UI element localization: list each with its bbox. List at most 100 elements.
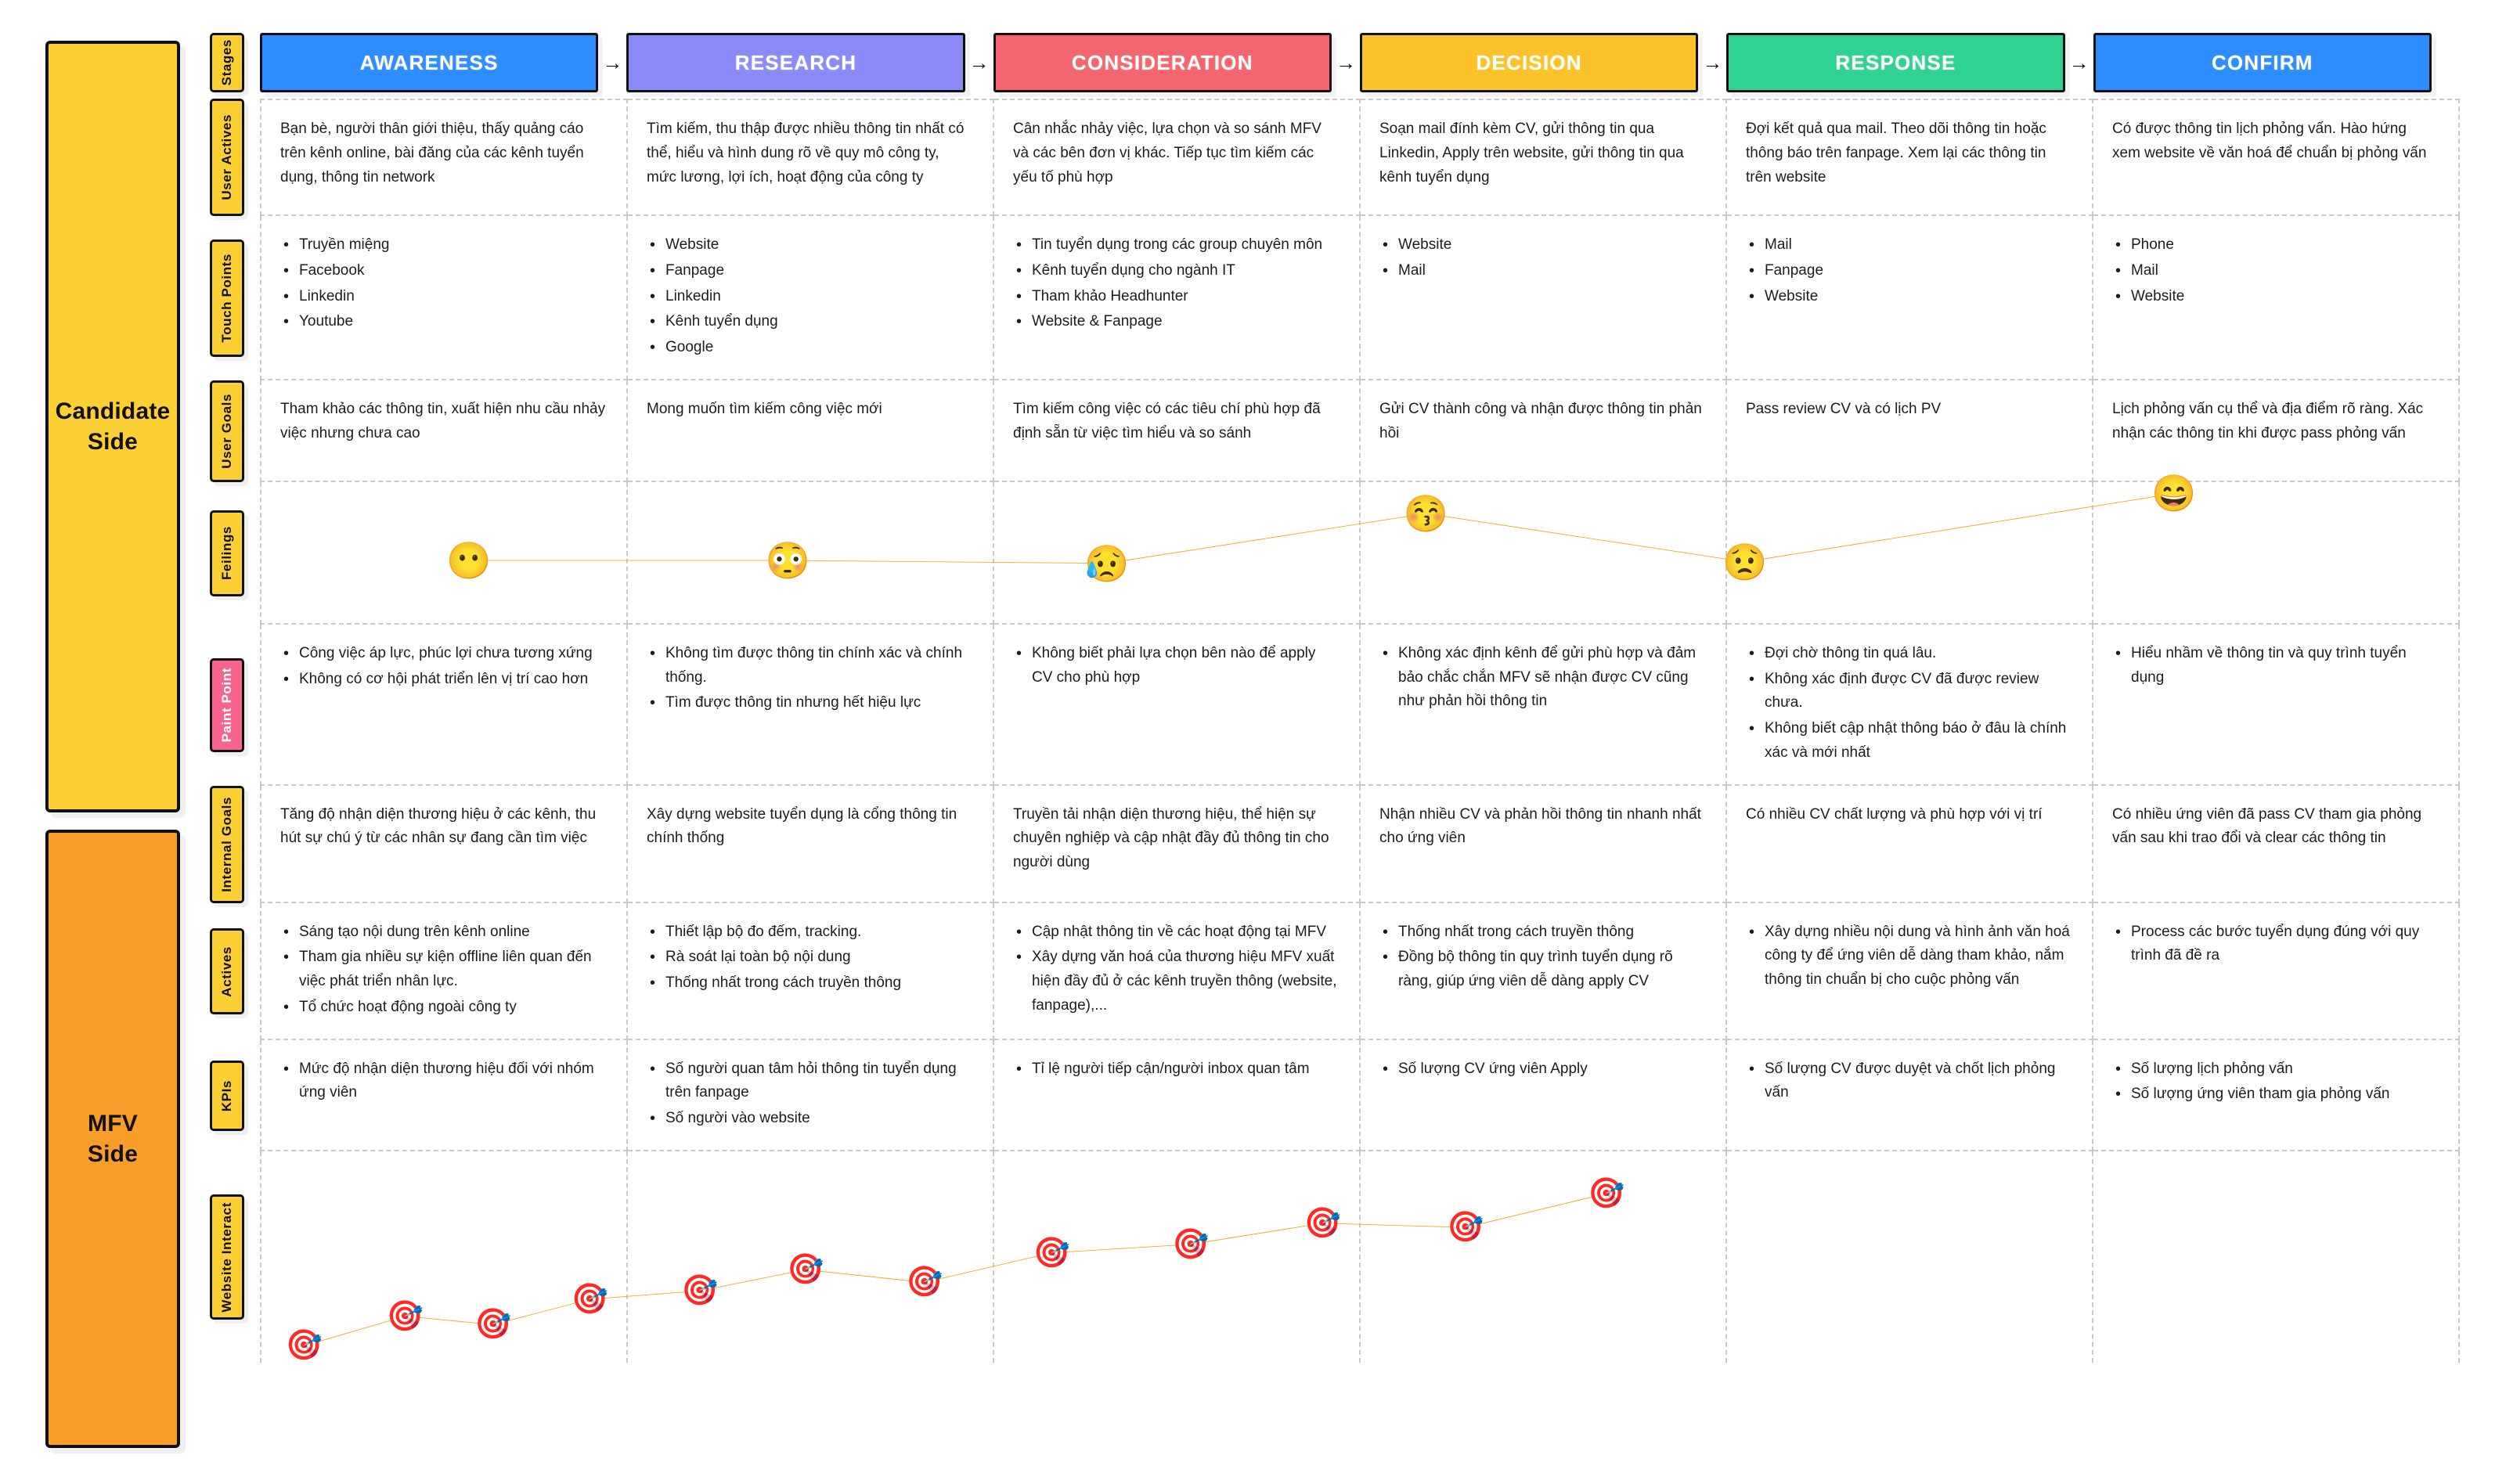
touch-points-cell-1: WebsiteFanpageLinkedinKênh tuyển dụngGoo… [628, 216, 994, 380]
row-chip-touch-points-text: Touch Points [219, 254, 234, 343]
list-item: Sáng tạo nội dung trên kênh online [280, 920, 606, 945]
user-actives-text-1: Tìm kiếm, thu thập được nhiều thông tin … [647, 121, 965, 186]
actives-list-0: Sáng tạo nội dung trên kênh onlineTham g… [280, 920, 606, 1020]
user-goals-text-5: Lịch phỏng vấn cụ thể và địa điểm rõ ràn… [2112, 400, 2424, 441]
stage-header-cells: AWARENESS → RESEARCH → CONSIDERATION → DECISIO… [260, 33, 2460, 92]
touch-points-list-4: MailFanpageWebsite [1746, 232, 2072, 309]
stage-cell-4: RESPONSE → [1726, 33, 2093, 92]
row-chip-feelings: Feilings [210, 510, 244, 596]
list-item: Tin tuyển dụng trong các group chuyên mô… [1013, 232, 1339, 258]
user-goals-cell-3: Gửi CV thành công và nhận được thông tin… [1361, 380, 1727, 482]
list-item: Đồng bộ thông tin quy trình tuyển dụng r… [1379, 945, 1705, 994]
pain-point-list-1: Không tìm được thông tin chính xác và ch… [647, 641, 972, 716]
list-item: Thống nhất trong cách truyền thông [1379, 920, 1705, 945]
stage-cell-1: RESEARCH → [626, 33, 993, 92]
user-actives-text-3: Soạn mail đính kèm CV, gửi thông tin qua… [1379, 121, 1684, 186]
dart-target-icon: 🎯 [905, 1266, 943, 1299]
row-stages: Stages AWARENESS → RESEARCH → CONSIDERATION →… [205, 33, 2460, 92]
kpis-cell-0: Mức độ nhận diện thương hiệu đối với nhó… [260, 1039, 628, 1152]
list-item: Hiểu nhầm về thông tin và quy trình tuyể… [2112, 641, 2438, 690]
cells-touch-points: Truyền miệngFacebookLinkedinYoutubeWebsi… [260, 216, 2460, 380]
row-label-kpis: KPIs [205, 1040, 249, 1151]
worried-face-icon: 😟 [1722, 541, 1768, 582]
stage-header-research[interactable]: RESEARCH [626, 33, 965, 92]
kpis-list-4: Số lượng CV được duyệt và chốt lịch phỏn… [1746, 1057, 2072, 1106]
user-actives-cell-3: Soạn mail đính kèm CV, gửi thông tin qua… [1361, 99, 1727, 216]
dart-target-icon: 🎯 [1303, 1206, 1341, 1240]
touch-points-cell-0: Truyền miệngFacebookLinkedinYoutube [260, 216, 628, 380]
list-item: Facebook [280, 258, 606, 283]
cells-kpis: Mức độ nhận diện thương hiệu đối với nhó… [260, 1039, 2460, 1152]
list-item: Mail [1379, 258, 1705, 283]
list-item: Không biết phải lựa chọn bên nào để appl… [1013, 641, 1339, 690]
list-item: Mail [2112, 258, 2438, 283]
actives-cell-4: Xây dựng nhiều nội dung và hình ảnh văn … [1727, 902, 2093, 1040]
actives-cell-2: Cập nhật thông tin về các hoạt động tại … [994, 902, 1361, 1040]
row-chip-website-interact-text: Website Interact [219, 1201, 234, 1313]
user-actives-cell-4: Đợi kết quả qua mail. Theo dõi thông tin… [1727, 99, 2093, 216]
stage-arrow-icon-3: → [1702, 51, 1723, 74]
stage-header-decision[interactable]: DECISION [1359, 33, 1699, 92]
row-chip-user-goals: User Goals [210, 380, 244, 482]
stage-arrow-icon-0: → [602, 51, 623, 74]
list-item: Không tìm được thông tin chính xác và ch… [647, 641, 972, 690]
list-item: Xây dựng nhiều nội dung và hình ảnh văn … [1746, 920, 2072, 992]
side-label-mfv-text: MFV Side [87, 1111, 139, 1167]
journey-grid: Stages AWARENESS → RESEARCH → CONSIDERATION →… [205, 33, 2460, 1363]
row-kpis: KPIs Mức độ nhận diện thương hiệu đối vớ… [205, 1039, 2460, 1152]
user-goals-cell-2: Tìm kiếm công việc có các tiêu chí phù h… [994, 380, 1361, 482]
internal-goals-text-4: Có nhiều CV chất lượng và phù hợp với vị… [1746, 805, 2043, 823]
pain-point-cell-3: Không xác định kênh để gửi phù hợp và đả… [1361, 624, 1727, 786]
list-item: Công việc áp lực, phúc lợi chưa tương xứ… [280, 641, 606, 666]
list-item: Số lượng lịch phỏng vấn [2112, 1057, 2438, 1082]
sad-but-relieved-face-icon: 😥 [1084, 542, 1130, 584]
touch-points-list-1: WebsiteFanpageLinkedinKênh tuyển dụngGoo… [647, 232, 972, 360]
row-pain-point: Paint Point Công việc áp lực, phúc lợi c… [205, 624, 2460, 786]
list-item: Tỉ lệ người tiếp cận/người inbox quan tâ… [1013, 1057, 1339, 1082]
internal-goals-cell-0: Tăng độ nhận diện thương hiệu ở các kênh… [260, 785, 628, 903]
list-item: Không biết cập nhật thông báo ở đâu là c… [1746, 716, 2072, 765]
side-label-candidate-text: Candidate Side [55, 398, 171, 455]
kpis-list-0: Mức độ nhận diện thương hiệu đối với nhó… [280, 1057, 606, 1106]
list-item: Tổ chức hoạt động ngoài công ty [280, 995, 606, 1020]
row-chip-user-actives: User Actives [210, 99, 244, 216]
kpis-cell-1: Số người quan tâm hỏi thông tin tuyển dụ… [628, 1039, 994, 1152]
pain-point-list-5: Hiểu nhầm về thông tin và quy trình tuyể… [2112, 641, 2438, 690]
kpis-cell-5: Số lượng lịch phỏng vấnSố lượng ứng viên… [2093, 1039, 2460, 1152]
stage-header-consideration[interactable]: CONSIDERATION [993, 33, 1332, 92]
row-chip-actives-text: Actives [219, 946, 234, 997]
stage-header-confirm[interactable]: CONFIRM [2093, 33, 2432, 92]
stage-cell-2: CONSIDERATION → [993, 33, 1360, 92]
kpis-cell-4: Số lượng CV được duyệt và chốt lịch phỏn… [1727, 1039, 2093, 1152]
list-item: Đợi chờ thông tin quá lâu. [1746, 641, 2072, 666]
kissing-face-icon: 😚 [1403, 492, 1448, 534]
pain-point-cell-0: Công việc áp lực, phúc lợi chưa tương xứ… [260, 624, 628, 786]
actives-cell-1: Thiết lập bộ đo đếm, tracking.Rà soát lạ… [628, 902, 994, 1040]
kpis-list-3: Số lượng CV ứng viên Apply [1379, 1057, 1705, 1082]
cells-pain-point: Công việc áp lực, phúc lợi chưa tương xứ… [260, 624, 2460, 786]
row-chip-actives: Actives [210, 928, 244, 1015]
actives-cell-5: Process các bước tuyển dụng đúng với quy… [2093, 902, 2460, 1040]
actives-list-1: Thiết lập bộ đo đếm, tracking.Rà soát lạ… [647, 920, 972, 996]
pain-point-list-3: Không xác định kênh để gửi phù hợp và đả… [1379, 641, 1705, 714]
list-item: Thiết lập bộ đo đếm, tracking. [647, 920, 972, 945]
list-item: Linkedin [280, 284, 606, 309]
pain-point-cell-2: Không biết phải lựa chọn bên nào để appl… [994, 624, 1361, 786]
row-chip-pain-point-text: Paint Point [219, 668, 234, 743]
user-actives-text-2: Cân nhắc nhảy việc, lựa chọn và so sánh … [1013, 121, 1322, 186]
dart-target-icon: 🎯 [1033, 1236, 1071, 1270]
stage-header-awareness[interactable]: AWARENESS [260, 33, 599, 92]
user-goals-text-3: Gửi CV thành công và nhận được thông tin… [1379, 400, 1702, 441]
row-chip-feelings-text: Feilings [219, 526, 234, 581]
cells-user-actives: Bạn bè, người thân giới thiệu, thấy quản… [260, 99, 2460, 216]
dart-target-icon: 🎯 [787, 1253, 824, 1287]
list-item: Fanpage [647, 258, 972, 283]
row-touch-points: Touch Points Truyền miệngFacebookLinkedi… [205, 216, 2460, 380]
stage-header-response[interactable]: RESPONSE [1726, 33, 2065, 92]
list-item: Số lượng CV ứng viên Apply [1379, 1057, 1705, 1082]
actives-list-4: Xây dựng nhiều nội dung và hình ảnh văn … [1746, 920, 2072, 992]
stage-cell-0: AWARENESS → [260, 33, 626, 92]
list-item: Không xác định kênh để gửi phù hợp và đả… [1379, 641, 1705, 714]
user-actives-text-4: Đợi kết quả qua mail. Theo dõi thông tin… [1746, 121, 2046, 186]
side-label-candidate: Candidate Side [45, 41, 180, 812]
